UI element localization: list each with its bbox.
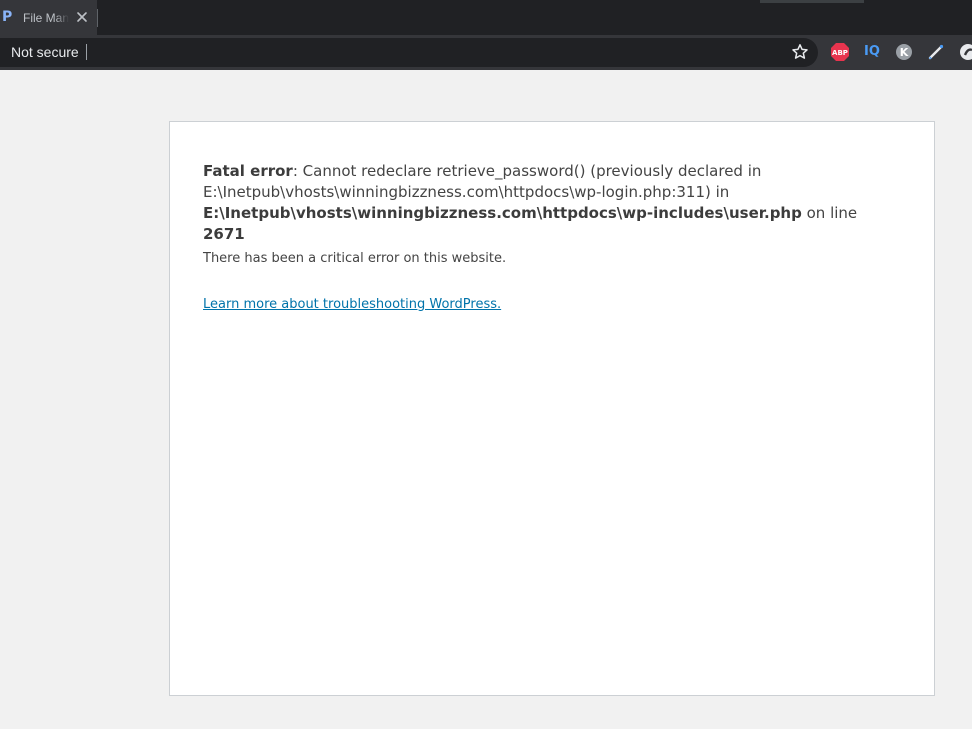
tab-strip-accent <box>760 0 864 3</box>
troubleshooting-link[interactable]: Learn more about troubleshooting WordPre… <box>203 296 501 314</box>
tab-divider <box>97 9 98 27</box>
on-line-text: on line <box>801 204 858 222</box>
previous-declaration-path: E:\Inetpub\vhosts\winningbizzness.com\ht… <box>203 183 730 201</box>
browser-tab[interactable]: P File Manager <box>0 0 97 35</box>
security-indicator[interactable]: Not secure <box>11 42 79 62</box>
error-card: Fatal error: Cannot redeclare retrieve_p… <box>169 121 935 696</box>
k-extension-icon[interactable]: K <box>894 42 914 62</box>
fatal-error-label: Fatal error <box>203 162 293 180</box>
error-file-path: E:\Inetpub\vhosts\winningbizzness.com\ht… <box>203 204 802 222</box>
close-icon[interactable] <box>74 9 90 25</box>
error-description: : Cannot redeclare retrieve_password() (… <box>292 162 762 180</box>
k-extension-label: K <box>900 46 909 59</box>
s-extension-icon[interactable] <box>958 42 972 62</box>
adblock-plus-icon[interactable]: ABP <box>830 42 850 62</box>
bookmark-star-icon[interactable] <box>790 42 810 62</box>
browser-toolbar <box>0 35 972 70</box>
tab-title: File Manager <box>23 11 69 25</box>
iq-extension-icon[interactable]: IQ <box>862 42 882 62</box>
adblock-label: ABP <box>832 49 848 57</box>
address-divider <box>86 44 87 60</box>
address-bar[interactable] <box>0 38 818 67</box>
plesk-favicon-icon: P <box>2 9 13 25</box>
error-line-number: 2671 <box>203 225 245 243</box>
tab-strip: P File Manager <box>0 0 972 35</box>
pen-extension-icon[interactable] <box>926 42 946 62</box>
fatal-error-message: Fatal error: Cannot redeclare retrieve_p… <box>203 161 903 245</box>
critical-error-text: There has been a critical error on this … <box>203 251 507 266</box>
